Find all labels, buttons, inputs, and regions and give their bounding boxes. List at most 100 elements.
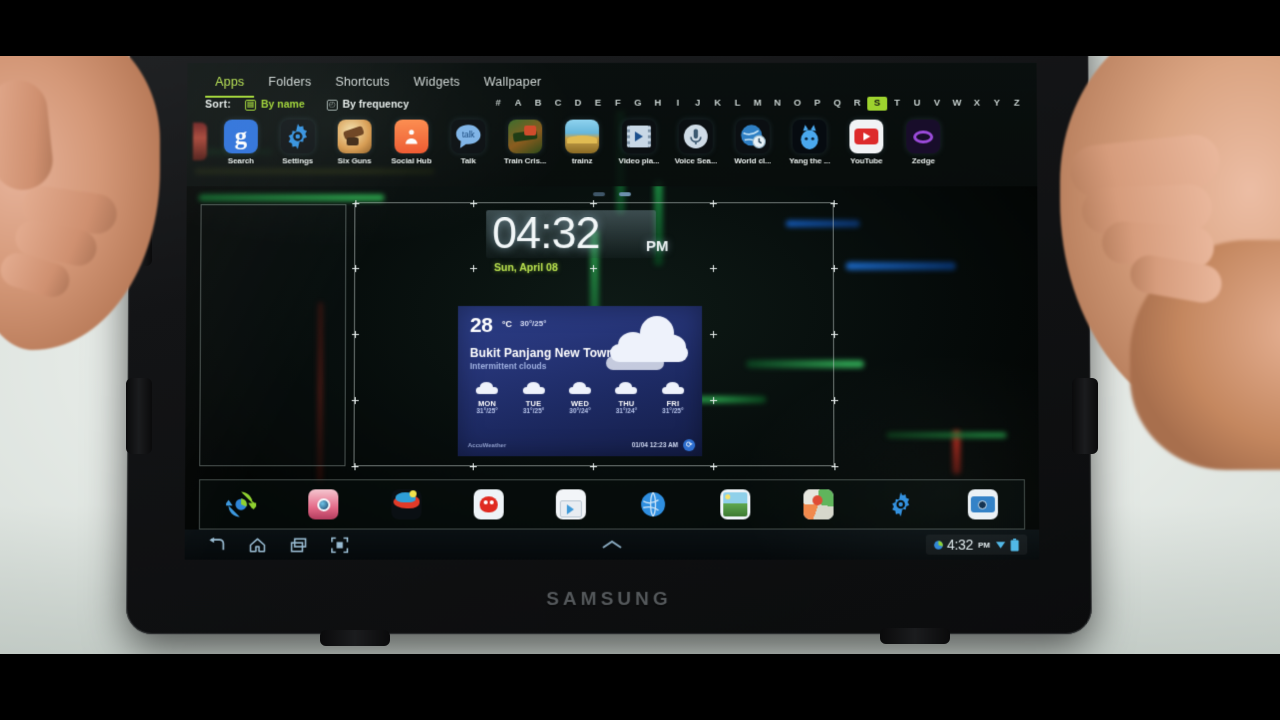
forecast-day-label: FRI <box>666 399 680 409</box>
dock-item-settings[interactable] <box>859 489 942 519</box>
dock-item-camera-app[interactable] <box>282 489 365 520</box>
refresh-icon[interactable]: ⟳ <box>683 439 696 452</box>
status-bar[interactable]: 4:32 PM <box>925 534 1028 555</box>
alpha-a[interactable]: A <box>508 97 528 111</box>
cloud-icon <box>605 312 692 374</box>
alpha-l[interactable]: L <box>728 97 748 111</box>
alpha-i[interactable]: I <box>668 97 688 111</box>
back-icon[interactable] <box>207 536 226 553</box>
alpha-w[interactable]: W <box>947 97 967 111</box>
drawer-tabs: Apps Folders Shortcuts Widgets Wallpaper <box>205 70 551 98</box>
tab-apps[interactable]: Apps <box>205 70 255 98</box>
app-zedge[interactable]: Zedge <box>895 118 951 165</box>
alpha-z[interactable]: Z <box>1007 97 1027 111</box>
grid-point <box>352 200 360 208</box>
tablet-screen[interactable]: Apps Folders Shortcuts Widgets Wallpaper… <box>184 62 1040 560</box>
alpha-x[interactable]: X <box>967 97 987 111</box>
alpha-h[interactable]: H <box>648 97 668 111</box>
homescreen-preview-left[interactable] <box>199 204 347 467</box>
alphabet-index[interactable]: # A B C D E F G H I J K L M N O P Q R S … <box>488 96 1027 111</box>
forecast-day: MON 31°/25° <box>464 382 511 415</box>
cloud-icon <box>522 382 545 397</box>
grid-point <box>709 200 717 208</box>
app-talk[interactable]: talk Talk <box>440 118 496 165</box>
app-label: Search <box>227 156 254 166</box>
dock-item-camera[interactable] <box>942 489 1025 520</box>
alpha-j[interactable]: J <box>688 97 708 111</box>
app-train-crisis[interactable]: Train Cris... <box>497 118 553 165</box>
sort-by-frequency[interactable]: ◴ By frequency <box>326 98 409 111</box>
app-social-hub[interactable]: Social Hub <box>383 118 439 165</box>
app-youtube[interactable]: YouTube <box>838 118 894 165</box>
chevron-up-icon[interactable] <box>600 539 624 551</box>
dock-item-play-store[interactable] <box>530 489 612 520</box>
tab-widgets[interactable]: Widgets <box>404 71 470 98</box>
sort-by-name[interactable]: ▦ By name <box>245 99 305 111</box>
alpha-u[interactable]: U <box>907 97 927 111</box>
social-hub-icon <box>394 119 429 154</box>
app-label: Voice Sea... <box>674 156 718 166</box>
alpha-y[interactable]: Y <box>987 97 1007 111</box>
alpha-q[interactable]: Q <box>827 97 847 111</box>
dock-item-browser[interactable] <box>612 489 694 519</box>
app-label: Yang the ... <box>789 156 831 166</box>
tab-shortcuts[interactable]: Shortcuts <box>325 71 399 98</box>
alpha-hash[interactable]: # <box>488 97 508 111</box>
app-settings[interactable]: Settings <box>270 118 326 166</box>
alpha-r[interactable]: R <box>847 97 867 111</box>
screenshot-icon[interactable] <box>330 536 349 553</box>
alpha-f[interactable]: F <box>608 97 628 111</box>
alpha-b[interactable]: B <box>528 97 548 111</box>
weather-widget[interactable]: 28 °C 30°/25° Bukit Panjang New Town Int… <box>457 306 703 457</box>
alpha-o[interactable]: O <box>787 97 807 111</box>
alpha-p[interactable]: P <box>807 97 827 111</box>
tab-folders[interactable]: Folders <box>258 71 321 98</box>
alpha-s[interactable]: S <box>867 96 888 111</box>
app-search[interactable]: g Search <box>213 118 269 166</box>
forecast-day-temps: 31°/25° <box>522 408 545 416</box>
game-icon <box>390 489 422 520</box>
app-world-clock[interactable]: World cl... <box>725 118 781 165</box>
app-voice-search[interactable]: Voice Sea... <box>668 118 724 166</box>
alpha-k[interactable]: K <box>708 97 728 111</box>
dock-item-sync[interactable] <box>200 489 283 519</box>
grid-point <box>589 463 597 471</box>
settings-icon <box>885 489 915 519</box>
app-trainz[interactable]: trainz <box>554 118 610 165</box>
app-six-guns[interactable]: Six Guns <box>327 118 383 166</box>
grid-point <box>830 200 838 208</box>
alpha-e[interactable]: E <box>588 97 608 111</box>
app-label: Settings <box>282 156 314 166</box>
dock-item-maps[interactable] <box>777 489 859 520</box>
dock-item-gallery[interactable] <box>694 489 776 520</box>
alpha-g[interactable]: G <box>628 97 648 111</box>
clock-widget[interactable]: 04:32 PM Sun, April 08 <box>486 207 686 282</box>
page-dot-1[interactable] <box>593 192 606 197</box>
recents-icon[interactable] <box>289 536 308 553</box>
grid-icon: ▦ <box>245 99 257 111</box>
wallpaper-streak <box>886 432 1007 439</box>
home-icon[interactable] <box>248 536 267 553</box>
alpha-n[interactable]: N <box>768 97 788 111</box>
svg-text:talk: talk <box>462 131 476 140</box>
app-yang-the[interactable]: Yang the ... <box>782 118 838 166</box>
forecast-day-label: THU <box>618 399 635 409</box>
yang-the-icon <box>792 119 827 154</box>
page-dot-2[interactable] <box>618 192 631 197</box>
app-label: Six Guns <box>337 156 372 166</box>
world-clock-icon <box>735 119 770 154</box>
photo-scene: Apps Folders Shortcuts Widgets Wallpaper… <box>0 0 1280 720</box>
app-video-player[interactable]: Video pla... <box>611 118 667 165</box>
alpha-m[interactable]: M <box>748 97 768 111</box>
alpha-c[interactable]: C <box>548 97 568 111</box>
dock-item-angry-birds[interactable] <box>447 489 529 520</box>
alpha-t[interactable]: T <box>887 97 907 111</box>
alpha-v[interactable]: V <box>927 97 947 111</box>
grid-point <box>351 330 359 339</box>
sort-by-frequency-label: By frequency <box>342 98 409 111</box>
alpha-d[interactable]: D <box>568 97 588 111</box>
forecast-day-label: TUE <box>525 399 542 409</box>
dock-item-game[interactable] <box>365 489 447 520</box>
tab-wallpaper[interactable]: Wallpaper <box>474 71 551 98</box>
forecast-day-temps: 30°/24° <box>569 408 591 416</box>
